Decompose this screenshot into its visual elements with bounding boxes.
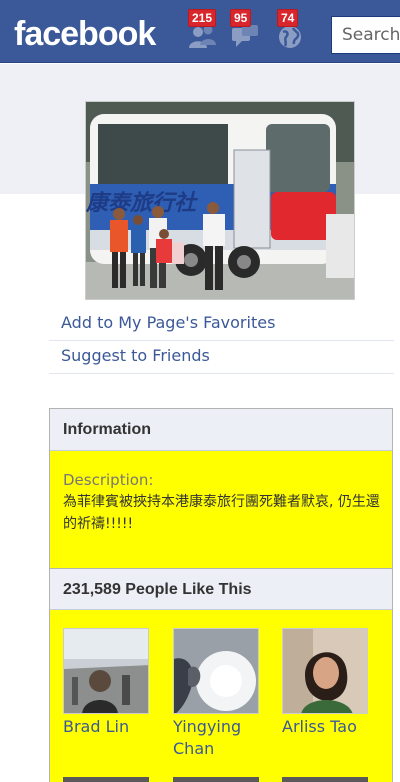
messages-count-badge: 95 <box>230 9 252 27</box>
notifications-globe-icon <box>279 26 301 48</box>
friend-card[interactable]: Brad Lin <box>63 628 151 738</box>
notifications-count-badge: 74 <box>277 9 299 27</box>
search-input[interactable]: Search <box>331 16 400 54</box>
information-title: Information <box>50 409 392 451</box>
friend-avatar[interactable] <box>282 628 368 714</box>
friend-name[interactable]: Brad Lin <box>63 716 151 738</box>
add-to-favorites-link[interactable]: Add to My Page's Favorites <box>49 311 394 335</box>
friend-avatar[interactable] <box>63 628 149 714</box>
friend-avatar-next-row[interactable] <box>173 777 259 782</box>
information-body: Description: 為菲律賓被挾持本港康泰旅行團死難者默哀, 仍生還的祈禱… <box>50 451 392 568</box>
friend-name[interactable]: Yingying Chan <box>173 716 261 760</box>
top-bar: facebook 215 95 74 Search <box>0 0 400 63</box>
facebook-logo[interactable]: facebook <box>14 14 156 54</box>
likes-body: Brad Lin Yingying Chan Arliss Tao <box>50 610 392 782</box>
messages-jewel[interactable]: 95 <box>230 9 264 52</box>
svg-text:康泰旅行社: 康泰旅行社 <box>86 190 199 216</box>
friend-name[interactable]: Arliss Tao <box>282 716 370 738</box>
information-box: Information Description: 為菲律賓被挾持本港康泰旅行團死… <box>49 408 393 568</box>
divider <box>49 373 394 374</box>
friend-avatar-image <box>64 629 148 713</box>
friend-avatar-next-row[interactable] <box>282 777 368 782</box>
friend-avatar-image <box>174 629 258 713</box>
description-label: Description: <box>63 471 154 489</box>
friend-requests-jewel[interactable]: 215 <box>188 9 222 52</box>
notifications-jewel[interactable]: 74 <box>277 9 311 52</box>
divider <box>49 340 394 341</box>
friend-card[interactable]: Yingying Chan <box>173 628 261 760</box>
description-text: 為菲律賓被挾持本港康泰旅行團死難者默哀, 仍生還的祈禱!!!!! <box>63 494 380 532</box>
friend-avatar[interactable] <box>173 628 259 714</box>
friend-requests-count-badge: 215 <box>188 9 217 27</box>
friend-avatar-next-row[interactable] <box>63 777 149 782</box>
suggest-to-friends-link[interactable]: Suggest to Friends <box>49 344 394 368</box>
friend-card[interactable]: Arliss Tao <box>282 628 370 738</box>
profile-picture[interactable]: 康泰旅行社 <box>85 101 355 300</box>
friend-avatar-image <box>283 629 367 713</box>
likes-title[interactable]: 231,589 People Like This <box>50 568 392 610</box>
messages-icon <box>232 25 258 47</box>
friend-requests-icon <box>189 25 216 48</box>
bus-photo: 康泰旅行社 <box>86 102 354 299</box>
likes-box: 231,589 People Like This Brad Lin Yingyi… <box>49 568 393 782</box>
